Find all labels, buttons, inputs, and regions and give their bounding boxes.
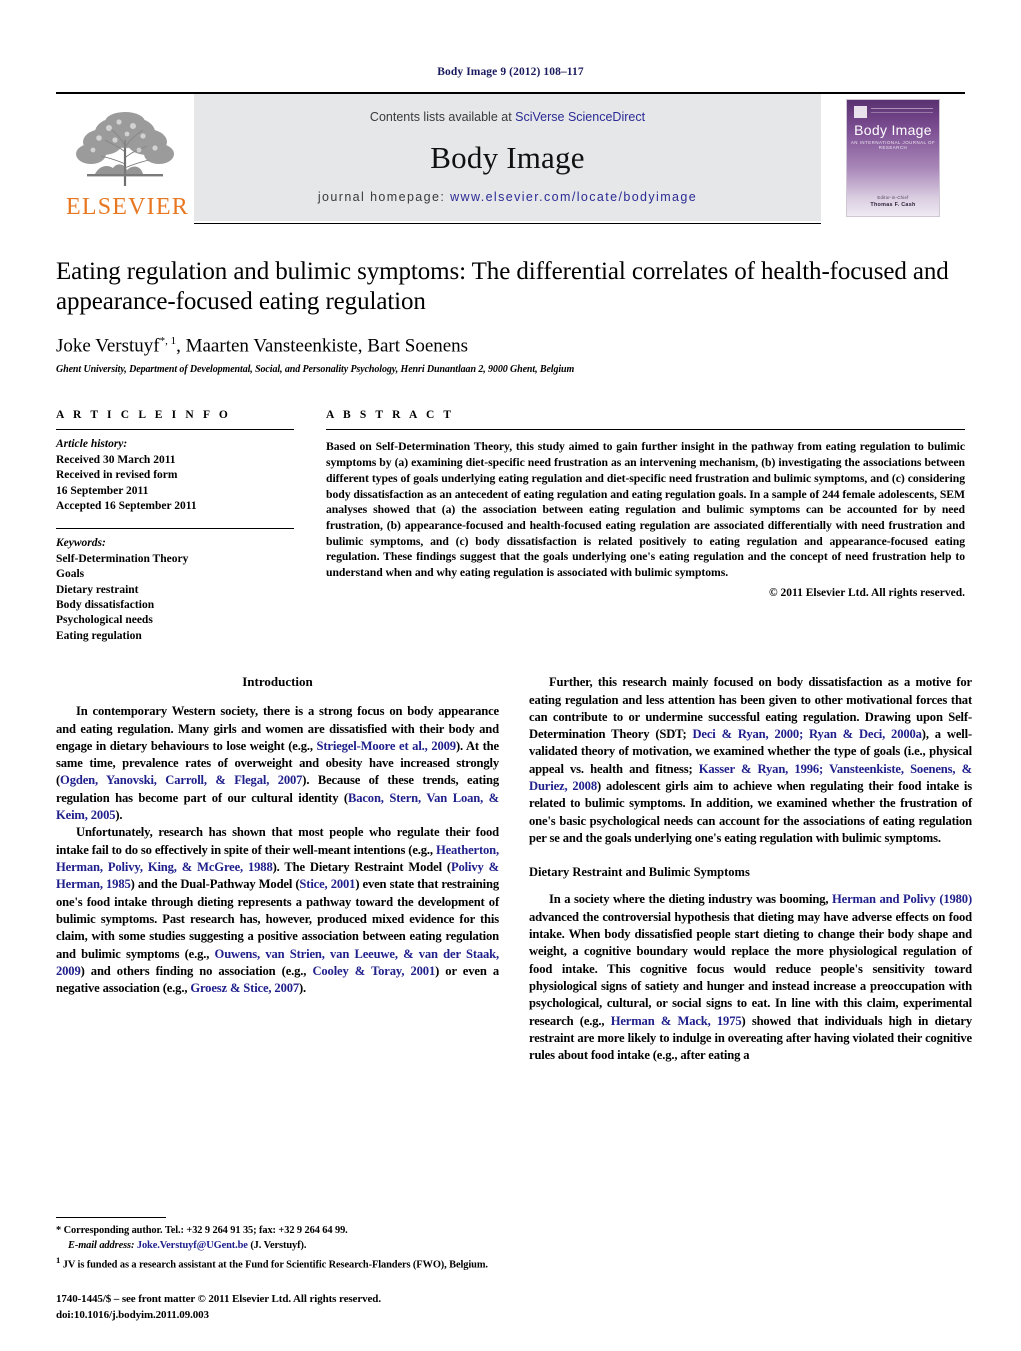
cover-elsevier-mark-icon xyxy=(854,105,867,118)
article-history-item: 16 September 2011 xyxy=(56,484,149,497)
journal-title: Body Image xyxy=(430,139,585,175)
paragraph-text: ) and the Dual-Pathway Model ( xyxy=(130,877,300,892)
citation-link[interactable]: Striegel-Moore et al., 2009 xyxy=(317,739,457,753)
citation-link[interactable]: Herman and Polivy (1980) xyxy=(832,892,972,906)
body-paragraph: Unfortunately, research has shown that m… xyxy=(56,824,499,997)
right-paragraphs-2: In a society where the dieting industry … xyxy=(529,891,972,1064)
paragraph-text: In a society where the dieting industry … xyxy=(549,892,833,907)
keyword-item: Eating regulation xyxy=(56,629,142,642)
journal-masthead: ELSEVIER Contents lists available at Sci… xyxy=(56,92,965,224)
doi-line: doi:10.1016/j.bodyim.2011.09.003 xyxy=(56,1308,209,1321)
cover-editor-label: Editor-in-Chief xyxy=(877,194,909,200)
footnotes-block: * Corresponding author. Tel.: +32 9 264 … xyxy=(56,1216,499,1273)
author-primary: Joke Verstuyf xyxy=(56,335,160,357)
article-history-item: Accepted 16 September 2011 xyxy=(56,499,197,512)
citation-link[interactable]: Groesz & Stice, 2007 xyxy=(190,981,299,995)
footnote-email-line: E-mail address: Joke.Verstuyf@UGent.be (… xyxy=(56,1239,499,1254)
paragraph-text: Unfortunately, research has shown that m… xyxy=(56,825,499,857)
article-history-heading: Article history: xyxy=(56,438,128,451)
abstract-label: A B S T R A C T xyxy=(326,409,455,422)
info-abstract-region: A R T I C L E I N F O Article history: R… xyxy=(56,409,965,644)
article-title-block: Eating regulation and bulimic symptoms: … xyxy=(56,257,965,375)
body-column-left: Introduction In contemporary Western soc… xyxy=(56,674,499,1064)
keywords-heading: Keywords: xyxy=(56,537,106,550)
elsevier-tree-icon xyxy=(76,112,174,186)
cover-title: Body Image xyxy=(854,121,932,138)
footnote-email-suffix: (J. Verstuyf). xyxy=(247,1240,307,1251)
keyword-item: Dietary restraint xyxy=(56,583,139,596)
journal-article-page: Body Image 9 (2012) 108–117 ELSEVIER Con… xyxy=(0,0,1021,1351)
abstract-rule xyxy=(326,429,965,431)
issn-doi-block: 1740-1445/$ – see front matter © 2011 El… xyxy=(56,1292,516,1323)
footnote-rule xyxy=(56,1216,166,1219)
journal-cover-area: Body Image AN INTERNATIONAL JOURNAL OF R… xyxy=(821,94,965,221)
paragraph-text: ). xyxy=(299,981,307,996)
article-info-column: A R T I C L E I N F O Article history: R… xyxy=(56,409,294,644)
masthead-bottom-rule xyxy=(194,223,821,224)
left-paragraphs: In contemporary Western society, there i… xyxy=(56,703,499,997)
cover-rule-2 xyxy=(871,111,933,113)
paragraph-text: ). The Dietary Restraint Model ( xyxy=(272,860,452,875)
publisher-logo-area: ELSEVIER xyxy=(56,94,194,221)
section-heading-introduction: Introduction xyxy=(242,674,313,690)
body-column-right: Further, this research mainly focused on… xyxy=(529,674,972,1064)
article-history-group: Article history: Received 30 March 2011 … xyxy=(56,437,294,514)
right-paragraphs-1: Further, this research mainly focused on… xyxy=(529,674,972,847)
citation-link[interactable]: Cooley & Toray, 2001 xyxy=(312,964,435,978)
contents-lists-prefix: Contents lists available at xyxy=(369,109,516,124)
citation-link[interactable]: Deci & Ryan, 2000; Ryan & Deci, 2000a xyxy=(692,727,921,741)
keywords-group: Keywords: Self-Determination Theory Goal… xyxy=(56,536,294,644)
footnote-note-1: 1 JV is funded as a research assistant a… xyxy=(56,1254,499,1273)
journal-cover-thumbnail: Body Image AN INTERNATIONAL JOURNAL OF R… xyxy=(846,98,940,217)
body-paragraph: In contemporary Western society, there i… xyxy=(56,703,499,824)
article-info-separator xyxy=(56,528,294,530)
footnote-note-1-text: JV is funded as a research assistant at … xyxy=(62,1259,488,1271)
elsevier-logo: ELSEVIER xyxy=(66,106,189,220)
citation-link[interactable]: Ogden, Yanovski, Carroll, & Flegal, 2007 xyxy=(60,773,302,787)
article-info-label: A R T I C L E I N F O xyxy=(56,409,231,422)
footnote-email-label: E-mail address: xyxy=(68,1240,135,1251)
contents-lists-line: Contents lists available at SciVerse Sci… xyxy=(370,110,645,124)
keyword-item: Goals xyxy=(56,568,85,581)
author-rest: , Maarten Vansteenkiste, Bart Soenens xyxy=(176,335,469,357)
keyword-item: Self-Determination Theory xyxy=(56,552,189,565)
masthead-banner: Contents lists available at SciVerse Sci… xyxy=(194,94,821,224)
paragraph-text: advanced the controversial hypothesis th… xyxy=(529,909,972,1028)
keyword-item: Body dissatisfaction xyxy=(56,598,155,611)
paragraph-text: ) and others finding no association (e.g… xyxy=(80,963,313,978)
keyword-item: Psychological needs xyxy=(56,614,153,627)
body-paragraph: Further, this research mainly focused on… xyxy=(529,674,972,847)
article-history-item: Received in revised form xyxy=(56,469,178,482)
footnote-corresponding-author: * Corresponding author. Tel.: +32 9 264 … xyxy=(56,1225,348,1237)
article-title: Eating regulation and bulimic symptoms: … xyxy=(56,258,949,315)
abstract-column: A B S T R A C T Based on Self-Determinat… xyxy=(326,409,965,644)
article-history-item: Received 30 March 2011 xyxy=(56,453,176,466)
abstract-copyright: © 2011 Elsevier Ltd. All rights reserved… xyxy=(769,586,965,599)
footnote-note-1-mark: 1 xyxy=(56,1254,61,1265)
journal-homepage-line: journal homepage: www.elsevier.com/locat… xyxy=(318,190,697,204)
article-info-rule xyxy=(56,429,294,431)
author-list: Joke Verstuyf*, 1, Maarten Vansteenkiste… xyxy=(56,335,965,357)
issn-line: 1740-1445/$ – see front matter © 2011 El… xyxy=(56,1293,381,1306)
paragraph-text: ). xyxy=(115,808,123,823)
citation-link[interactable]: Herman & Mack, 1975 xyxy=(611,1014,742,1028)
body-columns: Introduction In contemporary Western soc… xyxy=(56,674,972,1064)
body-paragraph: In a society where the dieting industry … xyxy=(529,891,972,1064)
abstract-text: Based on Self-Determination Theory, this… xyxy=(326,440,965,580)
homepage-url-link[interactable]: www.elsevier.com/locate/bodyimage xyxy=(450,190,697,204)
cover-rule-1 xyxy=(871,107,933,109)
footnote-email-link[interactable]: Joke.Verstuyf@UGent.be xyxy=(137,1240,248,1251)
author-affiliation: Ghent University, Department of Developm… xyxy=(56,364,575,376)
sciencedirect-link[interactable]: SciVerse ScienceDirect xyxy=(515,110,645,124)
cover-subtitle: AN INTERNATIONAL JOURNAL OF RESEARCH xyxy=(850,139,936,150)
running-head: Body Image 9 (2012) 108–117 xyxy=(437,66,584,78)
subsection-heading-dietary-restraint: Dietary Restraint and Bulimic Symptoms xyxy=(529,865,750,880)
homepage-prefix: journal homepage: xyxy=(317,189,451,204)
cover-editor-name: Thomas F. Cash xyxy=(870,201,916,208)
author-footnote-marks: *, 1 xyxy=(159,335,177,347)
citation-link[interactable]: Stice, 2001 xyxy=(299,877,355,891)
elsevier-wordmark: ELSEVIER xyxy=(66,194,189,220)
